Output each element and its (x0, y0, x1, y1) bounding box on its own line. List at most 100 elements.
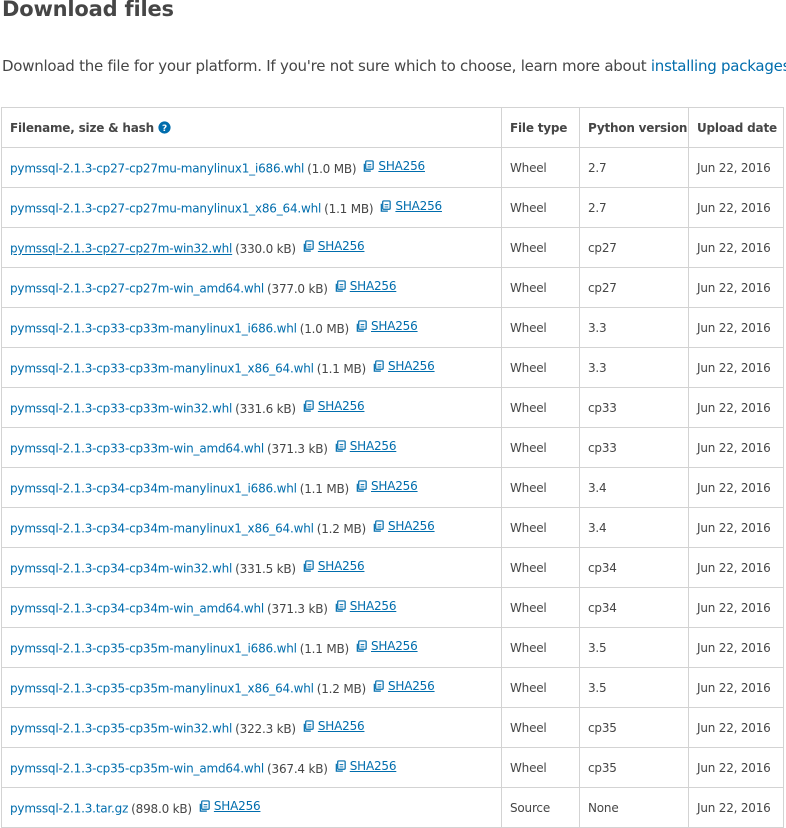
sha256-label: SHA256 (349, 759, 397, 774)
cell-upload-date: Jun 22, 2016 (688, 147, 784, 188)
sha256-link[interactable]: SHA256 (198, 799, 261, 813)
cell-file-type: Wheel (501, 227, 580, 268)
file-download-link[interactable]: pymssql-2.1.3-cp27-cp27mu-manylinux1_i68… (10, 162, 304, 176)
cell-file-type: Wheel (501, 587, 580, 628)
cell-python-version: 3.5 (579, 667, 689, 708)
file-download-link[interactable]: pymssql-2.1.3-cp27-cp27mu-manylinux1_x86… (10, 202, 321, 216)
page-title: Download files (2, 0, 174, 21)
sha256-label: SHA256 (388, 679, 435, 694)
file-download-link[interactable]: pymssql-2.1.3-cp27-cp27m-win_amd64.whl (10, 282, 264, 296)
sha256-link[interactable]: SHA256 (334, 439, 397, 453)
file-download-link[interactable]: pymssql-2.1.3-cp33-cp33m-win32.whl (10, 402, 232, 416)
file-download-link[interactable]: pymssql-2.1.3-cp34-cp34m-win_amd64.whl (10, 602, 264, 616)
table-header-row: Filename, size & hash? File type Python … (1, 107, 784, 148)
copy-icon (303, 400, 314, 412)
file-download-link[interactable]: pymssql-2.1.3-cp35-cp35m-win_amd64.whl (10, 762, 264, 776)
sha256-link[interactable]: SHA256 (372, 679, 435, 693)
cell-python-version: cp33 (579, 427, 689, 468)
cell-upload-date: Jun 22, 2016 (688, 747, 784, 788)
cell-upload-date: Jun 22, 2016 (688, 267, 784, 308)
cell-python-version: cp27 (579, 267, 689, 308)
table-row: pymssql-2.1.3-cp35-cp35m-manylinux1_x86_… (1, 667, 784, 708)
file-download-link[interactable]: pymssql-2.1.3-cp27-cp27m-win32.whl (10, 242, 232, 256)
cell-upload-date: Jun 22, 2016 (688, 187, 784, 228)
file-download-link[interactable]: pymssql-2.1.3-cp34-cp34m-manylinux1_x86_… (10, 522, 314, 536)
table-row: pymssql-2.1.3-cp33-cp33m-manylinux1_i686… (1, 307, 784, 348)
sha256-label: SHA256 (378, 159, 425, 174)
file-download-link[interactable]: pymssql-2.1.3-cp34-cp34m-manylinux1_i686… (10, 482, 297, 496)
cell-upload-date: Jun 22, 2016 (688, 387, 784, 428)
cell-filename: pymssql-2.1.3-cp35-cp35m-win_amd64.whl (3… (1, 747, 502, 788)
file-download-link[interactable]: pymssql-2.1.3-cp33-cp33m-manylinux1_i686… (10, 322, 297, 336)
cell-file-type: Wheel (501, 467, 580, 508)
file-download-link[interactable]: pymssql-2.1.3-cp35-cp35m-manylinux1_i686… (10, 642, 297, 656)
cell-upload-date: Jun 22, 2016 (688, 307, 784, 348)
cell-python-version: 3.3 (579, 347, 689, 388)
cell-file-type: Wheel (501, 387, 580, 428)
file-size: (331.5 kB) (235, 561, 296, 576)
installing-packages-link[interactable]: installing packages (651, 57, 786, 75)
table-row: pymssql-2.1.3-cp34-cp34m-manylinux1_x86_… (1, 507, 784, 548)
table-row: pymssql-2.1.3-cp27-cp27m-win_amd64.whl (3… (1, 267, 784, 308)
file-download-link[interactable]: pymssql-2.1.3-cp33-cp33m-win_amd64.whl (10, 442, 264, 456)
cell-file-type: Wheel (501, 187, 580, 228)
copy-icon (199, 800, 210, 812)
sha256-link[interactable]: SHA256 (334, 279, 397, 293)
cell-filename: pymssql-2.1.3-cp33-cp33m-manylinux1_x86_… (1, 347, 502, 388)
cell-python-version: cp35 (579, 747, 689, 788)
cell-upload-date: Jun 22, 2016 (688, 707, 784, 748)
sha256-link[interactable]: SHA256 (355, 319, 418, 333)
cell-filename: pymssql-2.1.3-cp34-cp34m-win_amd64.whl (3… (1, 587, 502, 628)
download-files-table: Filename, size & hash? File type Python … (1, 107, 784, 828)
sha256-label: SHA256 (388, 519, 435, 534)
header-file-type: File type (501, 107, 580, 148)
cell-filename: pymssql-2.1.3-cp35-cp35m-manylinux1_x86_… (1, 667, 502, 708)
cell-upload-date: Jun 22, 2016 (688, 227, 784, 268)
sha256-link[interactable]: SHA256 (355, 479, 418, 493)
copy-icon (373, 680, 384, 692)
file-size: (898.0 kB) (131, 801, 192, 816)
file-size: (330.0 kB) (235, 241, 296, 256)
sha256-link[interactable]: SHA256 (302, 559, 365, 573)
svg-text:?: ? (162, 123, 167, 133)
intro-text: Download the file for your platform. If … (2, 57, 651, 75)
question-circle-icon[interactable]: ? (158, 120, 171, 134)
file-download-link[interactable]: pymssql-2.1.3-cp35-cp35m-win32.whl (10, 722, 232, 736)
cell-upload-date: Jun 22, 2016 (688, 547, 784, 588)
sha256-link[interactable]: SHA256 (379, 199, 442, 213)
file-size: (1.2 MB) (316, 681, 366, 696)
file-download-link[interactable]: pymssql-2.1.3-cp33-cp33m-manylinux1_x86_… (10, 362, 314, 376)
sha256-link[interactable]: SHA256 (302, 719, 365, 733)
sha256-label: SHA256 (317, 719, 365, 734)
cell-python-version: cp35 (579, 707, 689, 748)
copy-icon (335, 280, 346, 292)
file-download-link[interactable]: pymssql-2.1.3.tar.gz (10, 802, 128, 816)
sha256-link[interactable]: SHA256 (302, 399, 365, 413)
cell-file-type: Wheel (501, 267, 580, 308)
sha256-label: SHA256 (349, 599, 397, 614)
sha256-link[interactable]: SHA256 (302, 239, 365, 253)
file-download-link[interactable]: pymssql-2.1.3-cp35-cp35m-manylinux1_x86_… (10, 682, 314, 696)
sha256-label: SHA256 (317, 239, 365, 254)
cell-filename: pymssql-2.1.3-cp35-cp35m-win32.whl (322.3… (1, 707, 502, 748)
cell-filename: pymssql-2.1.3-cp34-cp34m-manylinux1_x86_… (1, 507, 502, 548)
sha256-link[interactable]: SHA256 (334, 599, 397, 613)
table-row: pymssql-2.1.3-cp33-cp33m-win32.whl (331.6… (1, 387, 784, 428)
cell-upload-date: Jun 22, 2016 (688, 347, 784, 388)
sha256-label: SHA256 (371, 319, 418, 334)
cell-filename: pymssql-2.1.3-cp35-cp35m-manylinux1_i686… (1, 627, 502, 668)
sha256-link[interactable]: SHA256 (334, 759, 397, 773)
cell-upload-date: Jun 22, 2016 (688, 667, 784, 708)
sha256-link[interactable]: SHA256 (372, 359, 435, 373)
cell-file-type: Wheel (501, 747, 580, 788)
cell-filename: pymssql-2.1.3-cp27-cp27mu-manylinux1_i68… (1, 147, 502, 188)
cell-python-version: 3.4 (579, 507, 689, 548)
table-row: pymssql-2.1.3-cp35-cp35m-manylinux1_i686… (1, 627, 784, 668)
sha256-link[interactable]: SHA256 (362, 159, 425, 173)
cell-upload-date: Jun 22, 2016 (688, 587, 784, 628)
sha256-link[interactable]: SHA256 (372, 519, 435, 533)
sha256-link[interactable]: SHA256 (355, 639, 418, 653)
file-download-link[interactable]: pymssql-2.1.3-cp34-cp34m-win32.whl (10, 562, 232, 576)
copy-icon (335, 600, 346, 612)
table-row: pymssql-2.1.3-cp27-cp27mu-manylinux1_x86… (1, 187, 784, 228)
